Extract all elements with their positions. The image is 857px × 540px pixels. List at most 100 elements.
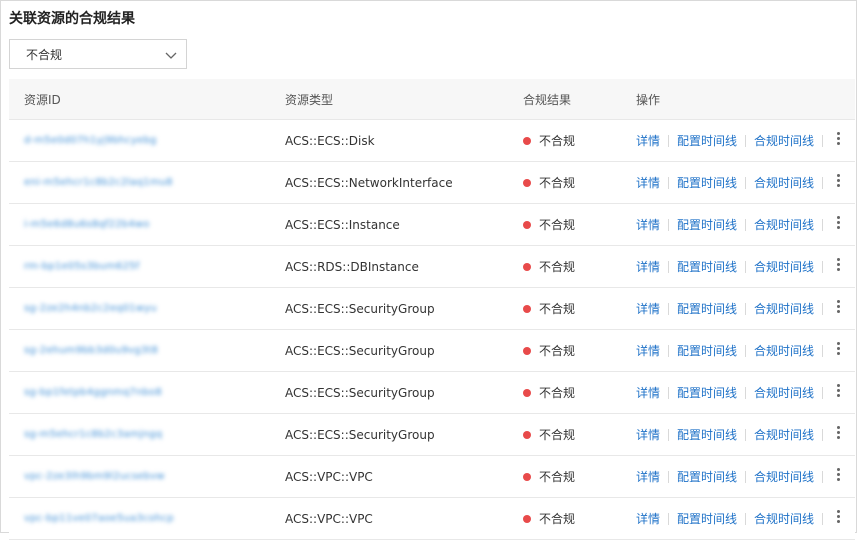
compliance-result: 不合规 <box>539 260 576 274</box>
resource-id-link[interactable]: d-m5e0d07h1yj9bhcyebg <box>24 135 157 146</box>
resource-id-link[interactable]: sg-bp1fetpb4ggnmq7nbo8 <box>24 387 162 398</box>
resource-id-link[interactable]: vpc-bp11ve07aoe5ua3cohcp <box>24 513 174 524</box>
config-timeline-link[interactable]: 配置时间线 <box>677 132 737 149</box>
config-timeline-link[interactable]: 配置时间线 <box>677 300 737 317</box>
detail-link[interactable]: 详情 <box>636 258 660 275</box>
detail-link[interactable]: 详情 <box>636 174 660 191</box>
compliance-result: 不合规 <box>539 428 576 442</box>
header-compliance-result: 合规结果 <box>523 92 572 107</box>
detail-link[interactable]: 详情 <box>636 342 660 359</box>
more-vertical-icon[interactable] <box>837 300 841 316</box>
config-timeline-link[interactable]: 配置时间线 <box>677 258 737 275</box>
status-dot-icon <box>523 220 531 229</box>
divider <box>668 176 670 189</box>
detail-link[interactable]: 详情 <box>636 216 660 233</box>
detail-link[interactable]: 详情 <box>636 132 660 149</box>
more-vertical-icon[interactable] <box>837 258 841 274</box>
compliance-timeline-link[interactable]: 合规时间线 <box>754 426 814 443</box>
resource-id-link[interactable]: rm-bp1e05s3bum625f <box>24 261 139 272</box>
divider <box>668 512 670 525</box>
config-timeline-link[interactable]: 配置时间线 <box>677 468 737 485</box>
table-row: i-m5e6d8u6s8qf22b4wo ACS::ECS::Instance … <box>9 204 855 246</box>
divider <box>668 470 670 483</box>
resource-table: 资源ID 资源类型 合规结果 操作 d-m5e0d07h1yj9bhcyebg … <box>9 79 855 540</box>
compliance-timeline-link[interactable]: 合规时间线 <box>754 468 814 485</box>
detail-link[interactable]: 详情 <box>636 426 660 443</box>
compliance-result: 不合规 <box>539 302 576 316</box>
resource-id-link[interactable]: sg-m5ehcr1c8b2c3amjngq <box>24 429 162 440</box>
divider <box>668 218 670 231</box>
compliance-result: 不合规 <box>539 218 576 232</box>
compliance-timeline-link[interactable]: 合规时间线 <box>754 216 814 233</box>
status-dot-icon <box>523 472 531 481</box>
more-vertical-icon[interactable] <box>837 426 841 442</box>
compliance-panel: 关联资源的合规结果 不合规 资源ID 资源类型 合规结果 操作 d-m5e0d0… <box>0 0 857 540</box>
more-vertical-icon[interactable] <box>837 132 841 148</box>
detail-link[interactable]: 详情 <box>636 510 660 527</box>
table-row: d-m5e0d07h1yj9bhcyebg ACS::ECS::Disk 不合规… <box>9 120 855 162</box>
compliance-timeline-link[interactable]: 合规时间线 <box>754 132 814 149</box>
resource-id-link[interactable]: i-m5e6d8u6s8qf22b4wo <box>24 219 150 230</box>
chevron-down-icon <box>165 52 177 59</box>
more-vertical-icon[interactable] <box>837 174 841 190</box>
compliance-result: 不合规 <box>539 470 576 484</box>
divider <box>668 260 670 273</box>
more-vertical-icon[interactable] <box>837 216 841 232</box>
config-timeline-link[interactable]: 配置时间线 <box>677 384 737 401</box>
divider <box>822 386 824 399</box>
more-vertical-icon[interactable] <box>837 384 841 400</box>
resource-id-link[interactable]: eni-m5ehcr1c8b2c2laq1mu8 <box>24 177 173 188</box>
resource-id-link[interactable]: sg-2ehum9bb3d0u9vg3t8 <box>24 345 158 356</box>
detail-link[interactable]: 详情 <box>636 300 660 317</box>
config-timeline-link[interactable]: 配置时间线 <box>677 426 737 443</box>
compliance-timeline-link[interactable]: 合规时间线 <box>754 174 814 191</box>
resource-type: ACS::ECS::SecurityGroup <box>285 427 435 442</box>
select-value: 不合规 <box>26 47 63 62</box>
config-timeline-link[interactable]: 配置时间线 <box>677 216 737 233</box>
divider <box>668 428 670 441</box>
compliance-result: 不合规 <box>539 134 576 148</box>
compliance-timeline-link[interactable]: 合规时间线 <box>754 300 814 317</box>
config-timeline-link[interactable]: 配置时间线 <box>677 342 737 359</box>
more-vertical-icon[interactable] <box>837 468 841 484</box>
divider <box>822 344 824 357</box>
resource-type: ACS::ECS::SecurityGroup <box>285 385 435 400</box>
divider <box>745 428 747 441</box>
compliance-result: 不合规 <box>539 176 576 190</box>
more-vertical-icon[interactable] <box>837 510 841 526</box>
table-row: rm-bp1e05s3bum625f ACS::RDS::DBInstance … <box>9 246 855 288</box>
divider <box>745 386 747 399</box>
compliance-timeline-link[interactable]: 合规时间线 <box>754 510 814 527</box>
compliance-timeline-link[interactable]: 合规时间线 <box>754 342 814 359</box>
divider <box>745 344 747 357</box>
compliance-filter-select[interactable]: 不合规 <box>9 39 187 69</box>
divider <box>668 386 670 399</box>
status-dot-icon <box>523 514 531 523</box>
status-dot-icon <box>523 262 531 271</box>
config-timeline-link[interactable]: 配置时间线 <box>677 510 737 527</box>
divider <box>822 218 824 231</box>
resource-type: ACS::ECS::SecurityGroup <box>285 301 435 316</box>
section-title: 关联资源的合规结果 <box>9 11 135 27</box>
divider <box>822 428 824 441</box>
detail-link[interactable]: 详情 <box>636 384 660 401</box>
resource-type: ACS::RDS::DBInstance <box>285 259 419 274</box>
compliance-timeline-link[interactable]: 合规时间线 <box>754 384 814 401</box>
config-timeline-link[interactable]: 配置时间线 <box>677 174 737 191</box>
compliance-result: 不合规 <box>539 512 576 526</box>
status-dot-icon <box>523 346 531 355</box>
resource-id-link[interactable]: sg-2ze2h4nb2c2eq01wyu <box>24 303 157 314</box>
header-resource-id: 资源ID <box>24 92 61 107</box>
compliance-result: 不合规 <box>539 344 576 358</box>
compliance-timeline-link[interactable]: 合规时间线 <box>754 258 814 275</box>
table-header: 资源ID 资源类型 合规结果 操作 <box>9 79 855 120</box>
divider <box>745 176 747 189</box>
detail-link[interactable]: 详情 <box>636 468 660 485</box>
divider <box>822 470 824 483</box>
divider <box>822 134 824 147</box>
divider <box>745 260 747 273</box>
table-row: eni-m5ehcr1c8b2c2laq1mu8 ACS::ECS::Netwo… <box>9 162 855 204</box>
more-vertical-icon[interactable] <box>837 342 841 358</box>
resource-id-link[interactable]: vpc-2ze3lh9bm9l2ucsebvw <box>24 471 165 482</box>
resource-type: ACS::ECS::SecurityGroup <box>285 343 435 358</box>
